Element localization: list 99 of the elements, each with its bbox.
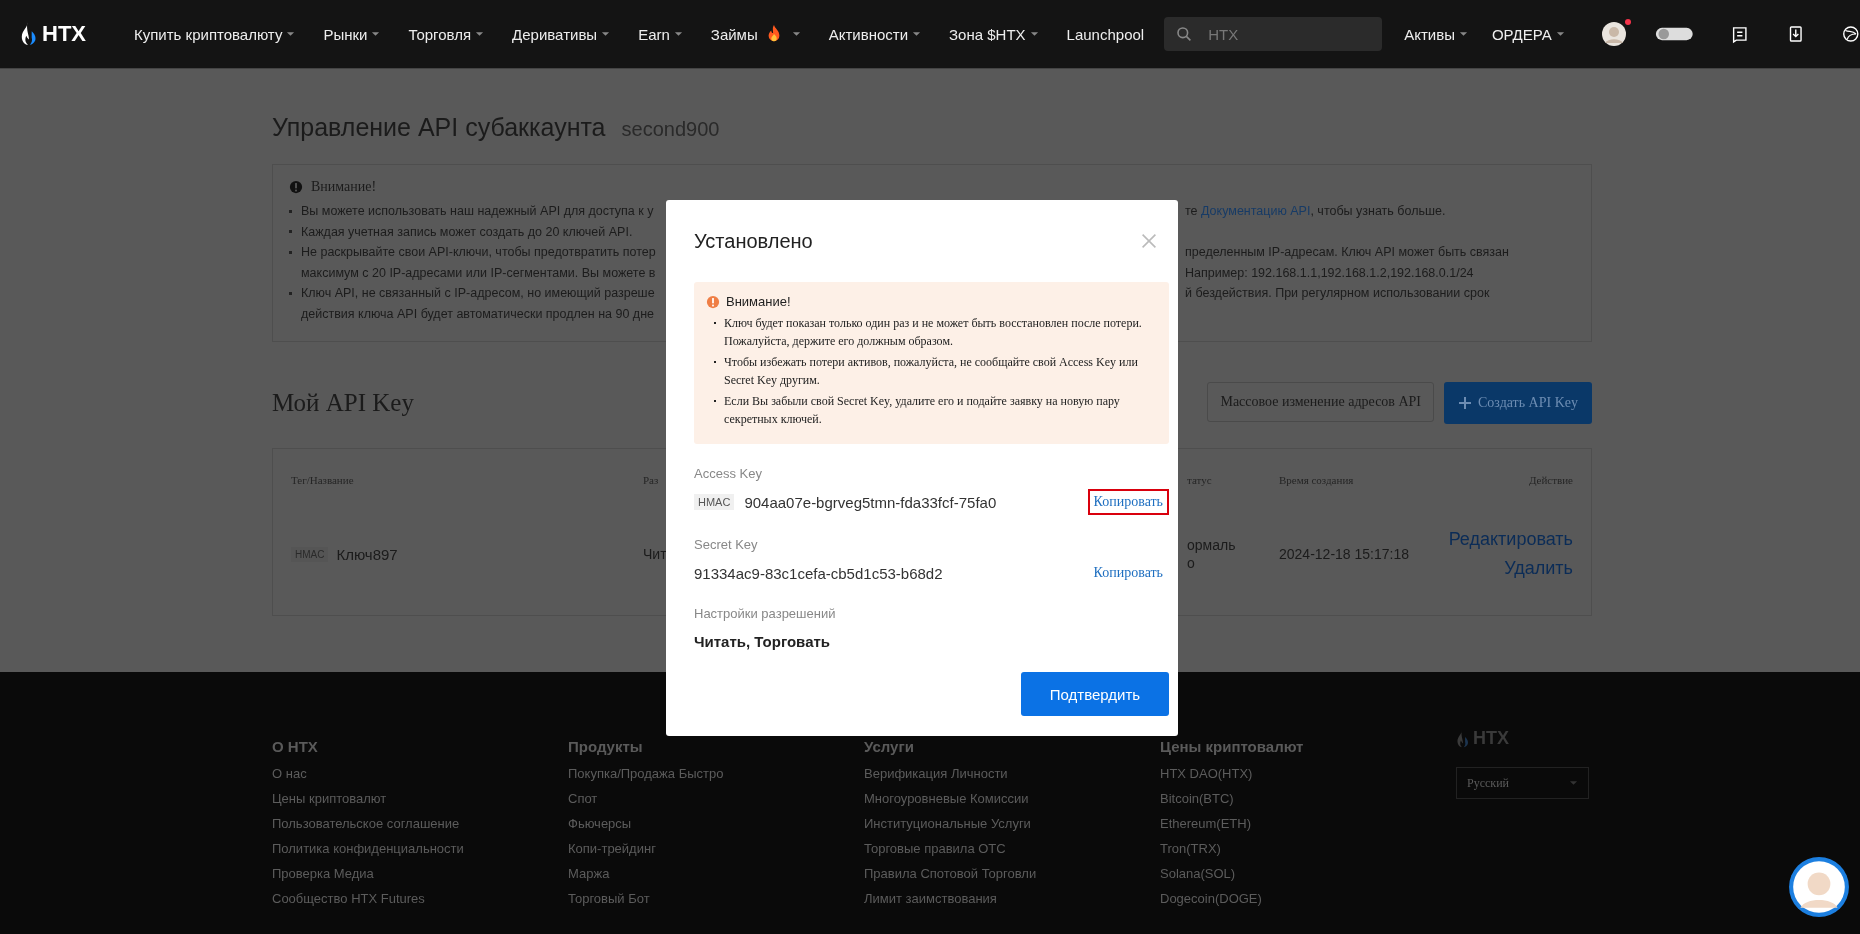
notice-text: Каждая учетная запись может создать до 20 ключей API.	[301, 223, 634, 241]
footer-link[interactable]: HTX DAO(HTX)	[1160, 765, 1456, 790]
footer-link[interactable]: Политика конфиденциальности	[272, 840, 568, 865]
footer-link[interactable]: Копи-трейдинг	[568, 840, 864, 865]
notice-text: максимум с 20 IP-адресами или IP-сегментами. Вы можете в	[301, 264, 657, 282]
caret-icon	[286, 31, 296, 37]
footer-link[interactable]: Верификация Личности	[864, 765, 1160, 790]
field-label: Настройки разрешений	[694, 606, 837, 621]
footer-link[interactable]: Проверка Медиа	[272, 865, 568, 890]
footer-link[interactable]: Институциональные Услуги	[864, 815, 1160, 840]
nav-menu-item[interactable]: Launchpool	[1052, 25, 1159, 43]
footer-link[interactable]: Лимит заимствования	[864, 890, 1160, 915]
footer-heading: Цены криптовалют	[1160, 738, 1305, 755]
caret-icon	[475, 31, 485, 37]
notice-text: Ключ API, не связанный с IP-адресом, но имеющий разреше	[301, 285, 656, 302]
nav-menu-item[interactable]: ОРДЕРА	[1479, 25, 1577, 43]
footer-link[interactable]: Покупка/Продажа Быстро	[568, 765, 864, 790]
table-cell: Ключ897	[336, 545, 398, 563]
nav-menu-item[interactable]: Активы	[1392, 25, 1480, 43]
notice-text: й бездействия. При регулярном использовании срок	[1185, 285, 1490, 302]
table-cell: Чит	[643, 546, 667, 562]
caret-icon	[912, 31, 922, 37]
nav-menu-item[interactable]: Earn	[624, 25, 697, 43]
section-title: Мой API Key	[272, 389, 414, 417]
exclamation-icon	[289, 180, 303, 194]
caret-icon	[1555, 31, 1565, 37]
search-field[interactable]: HTX	[1164, 17, 1383, 51]
footer-link[interactable]: Цены криптовалют	[272, 790, 568, 815]
permissions-value: Читать, Торговать	[694, 633, 832, 650]
dialog-title: Установлено	[694, 229, 813, 253]
notice-text: Не раскрывайте свои API-ключи, чтобы предотвратить потер	[301, 244, 657, 261]
copy-link[interactable]: Копировать	[1087, 489, 1169, 515]
flame-logo-icon	[1456, 729, 1470, 748]
warning-text: Если Вы забыли свой Secret Key, удалите его и подайте заявку на новую пару секретных ключей.	[724, 393, 1121, 428]
document-icon[interactable]	[1731, 24, 1749, 44]
caret-icon	[1458, 31, 1468, 37]
nav-menu-item[interactable]: Зона $HTX	[935, 25, 1053, 43]
nav-menu-item[interactable]: Активности	[814, 25, 936, 43]
nav-menu-item[interactable]: Торговля	[394, 25, 499, 43]
footer-link[interactable]: Пользовательское соглашение	[272, 815, 568, 840]
footer-link[interactable]: Торговые правила OTC	[864, 840, 1160, 865]
nav-menu-item[interactable]: Деривативы	[498, 25, 625, 43]
footer-link[interactable]: Маржа	[568, 865, 864, 890]
create-api-key-button[interactable]: Создать API Key	[1444, 382, 1592, 424]
notice-title: Внимание!	[311, 179, 377, 195]
bulk-edit-button[interactable]: Массовое изменение адресов API	[1207, 382, 1434, 422]
footer-link[interactable]: Спот	[568, 790, 864, 815]
action-link[interactable]: Редактировать	[1448, 529, 1573, 550]
notice-text: Вы можете использовать наш надежный API для доступа к у	[301, 203, 655, 220]
toggle-icon[interactable]	[1654, 25, 1694, 43]
caret-icon	[1569, 780, 1578, 786]
copy-link[interactable]: Копировать	[1087, 560, 1169, 586]
footer-link[interactable]: Solana(SOL)	[1160, 865, 1456, 890]
footer-link[interactable]: Dogecoin(DOGE)	[1160, 890, 1456, 915]
footer-heading: Услуги	[864, 738, 915, 755]
warning-text: Чтобы избежать потери активов, пожалуйста, не сообщайте свой Access Key или Secret Key другим.	[724, 354, 1139, 389]
exclamation-icon	[706, 294, 720, 309]
warning-title: Внимание!	[726, 294, 791, 309]
page-title: Управление API субаккаунта	[272, 113, 606, 142]
assistant-avatar-icon[interactable]	[1788, 856, 1850, 918]
caret-icon	[601, 31, 611, 37]
nav-menu-item[interactable]: Купить криптовалюту	[120, 25, 310, 43]
caret-icon	[1029, 31, 1039, 37]
notice-text: Например: 192.168.1.1,192.168.1.2,192.168.0.1/24	[1185, 264, 1474, 282]
footer-link[interactable]: Сообщество HTX Futures	[272, 890, 568, 915]
nav-menu-item[interactable]: Займы	[696, 25, 815, 43]
language-select[interactable]: Русский	[1456, 767, 1589, 799]
notice-text: действия ключа API будет автоматически продлен на 90 дне	[301, 305, 655, 323]
confirm-button[interactable]: Подтвердить	[1021, 672, 1169, 716]
globe-icon[interactable]	[1842, 24, 1860, 44]
avatar-icon[interactable]	[1600, 21, 1627, 47]
footer-link[interactable]: Bitcoin(BTC)	[1160, 790, 1456, 815]
footer-heading: Продукты	[568, 738, 644, 755]
notice-text: те Документацию API, чтобы узнать больше.	[1185, 203, 1446, 220]
footer-link[interactable]: Правила Спотовой Торговли	[864, 865, 1160, 890]
field-label: Secret Key	[694, 537, 759, 552]
hmac-tag: HMAC	[694, 494, 735, 510]
warning-text: Ключ будет показан только один раз и не может быть восстановлен после потери. Пожалуйста, держите его должным образом.	[724, 315, 1143, 350]
caret-icon	[371, 31, 381, 37]
logo-text: HTX	[42, 21, 86, 47]
footer-link[interactable]: Многоуровневые Комиссии	[864, 790, 1160, 815]
notice-text: пределенным IP-адресам. Ключ API может быть связан	[1185, 244, 1509, 261]
footer-link[interactable]: Фьючерсы	[568, 815, 864, 840]
plus-icon	[1458, 396, 1472, 410]
caret-icon	[791, 31, 801, 37]
footer-heading: О HTX	[272, 738, 319, 755]
action-link[interactable]: Удалить	[1504, 558, 1573, 579]
key-value: 904aa07e-bgrveg5tmn-fda33fcf-75fa0	[744, 493, 997, 511]
footer-link[interactable]: Tron(TRX)	[1160, 840, 1456, 865]
table-cell: ормаль о	[1187, 536, 1236, 572]
footer-link[interactable]: Торговый Бот	[568, 890, 864, 915]
nav-menu-item[interactable]: Рынки	[309, 25, 395, 43]
field-label: Access Key	[694, 466, 763, 481]
key-value: 91334ac9-83c1cefa-cb5d1c53-b68d2	[694, 564, 943, 582]
footer-link[interactable]: Ethereum(ETH)	[1160, 815, 1456, 840]
htx-logo[interactable]: HTX	[20, 21, 86, 47]
caret-icon	[673, 31, 683, 37]
table-cell: 2024-12-18 15:17:18	[1279, 546, 1409, 562]
footer-link[interactable]: О нас	[272, 765, 568, 790]
